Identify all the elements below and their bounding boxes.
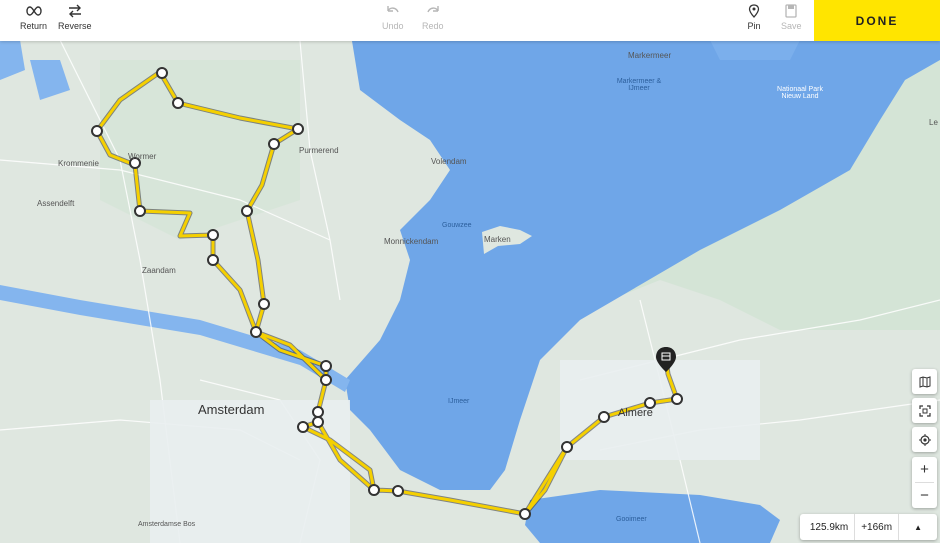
waypoint[interactable] [207, 254, 219, 266]
map-label-amsterdam: Amsterdam [198, 402, 265, 417]
waypoint[interactable] [671, 393, 683, 405]
redo-button[interactable]: Redo [422, 4, 444, 31]
waypoint[interactable] [207, 229, 219, 241]
locate-control [912, 427, 937, 452]
undo-label: Undo [382, 21, 404, 31]
map-icon [919, 375, 930, 388]
waypoint[interactable] [241, 205, 253, 217]
map-canvas[interactable] [0, 0, 940, 543]
waypoint[interactable] [297, 421, 309, 433]
map-label-volendam: Volendam [431, 157, 467, 166]
zoom-in-button[interactable]: + [912, 457, 937, 482]
fit-route-button[interactable] [912, 398, 937, 423]
map-label-amsterdamse-bos: Amsterdamse Bos [138, 521, 196, 528]
save-icon [785, 4, 797, 18]
zoom-out-button[interactable]: − [912, 483, 937, 508]
return-label: Return [20, 21, 48, 31]
waypoint[interactable] [368, 484, 380, 496]
waypoint[interactable] [392, 485, 404, 497]
undo-button[interactable]: Undo [382, 4, 404, 31]
map-label-ijmeer: IJmeer [448, 398, 470, 405]
map-label-monnickendam: Monnickendam [384, 237, 439, 246]
waypoint[interactable] [172, 97, 184, 109]
reverse-label: Reverse [58, 21, 92, 31]
waypoint[interactable] [250, 326, 262, 338]
save-button[interactable]: Save [781, 4, 802, 31]
waypoint[interactable] [320, 360, 332, 372]
waypoint[interactable] [320, 374, 332, 386]
top-toolbar: Return Reverse Undo Redo Pin Save DONE [0, 0, 940, 41]
waypoint[interactable] [312, 406, 324, 418]
redo-icon [427, 6, 439, 13]
route-stats: 125.9km +166m ▲ [799, 514, 937, 540]
map-label-edge: Le [929, 118, 938, 127]
crosshair-icon [918, 433, 931, 446]
waypoint[interactable] [312, 416, 324, 428]
waypoint[interactable] [258, 298, 270, 310]
map-layers-button[interactable] [912, 369, 937, 394]
pin-button[interactable]: Pin [745, 4, 763, 31]
redo-label: Redo [422, 21, 444, 31]
waypoint[interactable] [561, 441, 573, 453]
caret-up-icon: ▲ [914, 522, 922, 532]
waypoint[interactable] [156, 67, 168, 79]
fit-route-control [912, 398, 937, 423]
map-label-gouwzee: Gouwzee [442, 222, 472, 229]
swap-arrows-icon [68, 4, 81, 18]
plus-icon: + [920, 461, 929, 478]
waypoint[interactable] [292, 123, 304, 135]
map-label-zaandam: Zaandam [142, 266, 176, 275]
done-button[interactable]: DONE [814, 0, 940, 41]
map-label-almere: Almere [618, 407, 653, 419]
map-label-markermeer: Markermeer [628, 51, 672, 60]
map-label-gooimeer: Gooimeer [616, 516, 647, 523]
pin-label: Pin [747, 21, 761, 31]
fit-bounds-icon [918, 404, 931, 417]
minus-icon: − [920, 487, 929, 504]
map-label-assendelft: Assendelft [37, 199, 75, 208]
map-label-wormer: Wormer [128, 152, 157, 161]
waypoint[interactable] [598, 411, 610, 423]
expand-stats-button[interactable]: ▲ [899, 523, 937, 532]
undo-icon [387, 6, 399, 13]
locate-button[interactable] [912, 427, 937, 452]
map-layers-control [912, 369, 937, 394]
return-button[interactable]: Return [20, 4, 47, 31]
map-label-krommenie: Krommenie [58, 159, 99, 168]
elevation-value: +166m [861, 521, 893, 533]
distance-value: 125.9km [809, 521, 849, 533]
save-label: Save [781, 21, 802, 31]
zoom-control: + − [912, 457, 937, 508]
waypoint[interactable] [519, 508, 531, 520]
waypoint[interactable] [134, 205, 146, 217]
reverse-button[interactable]: Reverse [58, 4, 92, 31]
map-label-national-park: Nationaal Park Nieuw Land [777, 86, 823, 100]
map-label-marken: Marken [484, 235, 511, 244]
map-pin-icon [748, 4, 760, 18]
map-label-purmerend: Purmerend [299, 146, 339, 155]
loop-icon [25, 6, 42, 16]
waypoint[interactable] [91, 125, 103, 137]
waypoint[interactable] [268, 138, 280, 150]
map-label-markermeer-ijmeer: Markermeer & IJmeer [616, 78, 662, 92]
